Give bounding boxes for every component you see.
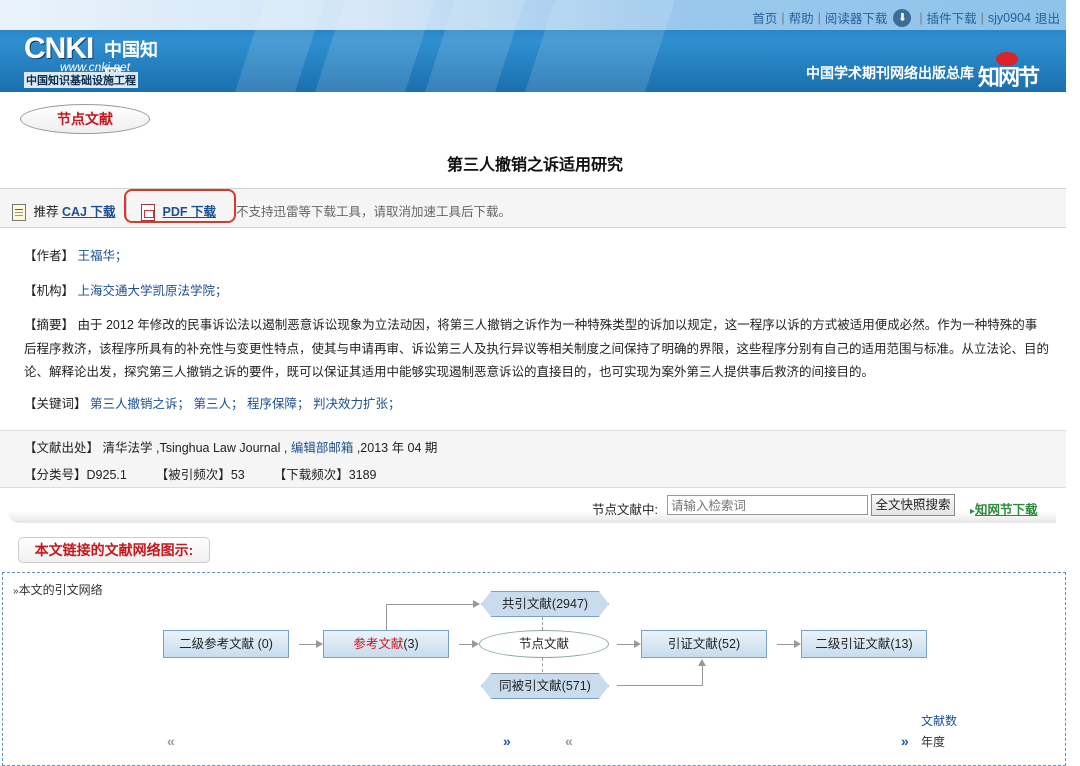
connector-line bbox=[617, 685, 703, 686]
scroll-left-icon[interactable]: « bbox=[167, 733, 175, 749]
keyword-link[interactable]: 判决效力扩张； bbox=[313, 397, 401, 411]
keyword-link[interactable]: 第三人； bbox=[194, 397, 244, 411]
node-literature-ellipse[interactable]: 节点文献 bbox=[479, 630, 609, 658]
download-notice: 不支持迅雷等下载工具，请取消加速工具后下载。 bbox=[236, 205, 512, 219]
source-panel: 【文献出处】 清华法学 ,Tsinghua Law Journal , 编辑部邮… bbox=[0, 430, 1066, 488]
scroll-right-icon[interactable]: » bbox=[901, 733, 909, 749]
stats-row: 【分类号】D925.1 【被引频次】53 【下载频次】3189 bbox=[24, 464, 377, 483]
scroll-left-icon[interactable]: « bbox=[565, 733, 573, 749]
source-label: 【文献出处】 bbox=[24, 441, 100, 455]
source-row: 【文献出处】 清华法学 ,Tsinghua Law Journal , 编辑部邮… bbox=[24, 437, 437, 456]
legend-year-label: 年度 bbox=[921, 735, 946, 749]
arrow bbox=[459, 640, 479, 648]
pdf-highlight-box bbox=[124, 189, 236, 223]
editor-email-link[interactable]: 编辑部邮箱 bbox=[291, 441, 354, 455]
citing-literature-box[interactable]: 引证文献(52) bbox=[641, 630, 767, 658]
help-link[interactable]: 帮助 bbox=[789, 8, 814, 27]
legend-count-label: 文献数 bbox=[921, 714, 958, 728]
level2-citing-box[interactable]: 二级引证文献(13) bbox=[801, 630, 927, 658]
keyword-link[interactable]: 第三人撤销之诉； bbox=[90, 397, 190, 411]
cited-label: 【被引频次】 bbox=[155, 468, 231, 482]
download-count-label: 【下载频次】 bbox=[273, 468, 349, 482]
caj-download-group: 推荐 CAJ 下载 bbox=[12, 201, 115, 222]
network-caption: »本文的引文网络 bbox=[13, 581, 103, 598]
header-banner: CNKI 中国知网 www.cnki.net 中国知识基础设施工程 首页 | 帮… bbox=[0, 0, 1066, 92]
issue: ,2013 年 04 期 bbox=[356, 441, 438, 455]
connector-line bbox=[386, 604, 387, 630]
reader-download-link[interactable]: 阅读器下载 bbox=[825, 8, 888, 27]
zhiwang-seal-icon bbox=[996, 52, 1018, 66]
username-link[interactable]: sjy0904 bbox=[988, 11, 1031, 25]
dashed-connector bbox=[542, 617, 543, 630]
link-separator: | bbox=[781, 10, 785, 25]
keywords-row: 【关键词】 第三人撤销之诉； 第三人； 程序保障； 判决效力扩张； bbox=[24, 393, 401, 416]
level2-references-box[interactable]: 二级参考文献 (0) bbox=[163, 630, 289, 658]
org-label: 【机构】 bbox=[24, 284, 75, 298]
class-label: 【分类号】 bbox=[24, 468, 87, 482]
keywords-label: 【关键词】 bbox=[24, 397, 87, 411]
link-separator: | bbox=[817, 10, 821, 25]
connector-line bbox=[702, 664, 703, 686]
fulltext-search-button[interactable]: 全文快照搜索 bbox=[871, 494, 955, 516]
journal-en: ,Tsinghua Law Journal , bbox=[156, 441, 288, 455]
abstract-label: 【摘要】 bbox=[24, 318, 75, 332]
home-link[interactable]: 首页 bbox=[752, 8, 777, 27]
author-link[interactable]: 王福华； bbox=[78, 249, 128, 263]
arrow bbox=[777, 640, 801, 648]
abstract-row: 【摘要】 由于 2012 年修改的民事诉讼法以遏制恶意诉讼现象为立法动因，将第三… bbox=[24, 314, 1049, 385]
author-label: 【作者】 bbox=[24, 249, 75, 263]
keyword-link[interactable]: 程序保障； bbox=[247, 397, 310, 411]
search-bar: 节点文献中: 全文快照搜索 ▸知网节下载 bbox=[0, 489, 1058, 523]
search-label: 节点文献中: bbox=[592, 503, 658, 517]
dashed-connector bbox=[542, 658, 543, 672]
link-separator: | bbox=[919, 10, 923, 25]
journal-link[interactable]: 清华法学 bbox=[103, 441, 153, 455]
scroll-right-icon[interactable]: » bbox=[503, 733, 511, 749]
node-literature-badge: 节点文献 bbox=[20, 104, 150, 134]
org-row: 【机构】 上海交通大学凯原法学院； bbox=[24, 280, 228, 303]
cnki-logo[interactable]: CNKI 中国知网 www.cnki.net 中国知识基础设施工程 bbox=[24, 30, 174, 88]
article-info: 【作者】 王福华； 【机构】 上海交通大学凯原法学院； 【摘要】 由于 2012… bbox=[0, 229, 1066, 429]
download-count: 3189 bbox=[348, 468, 377, 482]
logout-link[interactable]: 退出 bbox=[1035, 8, 1060, 27]
node-download-label: 知网节下载 bbox=[975, 503, 1038, 517]
top-links: 首页 | 帮助 | 阅读器下载 ⬇ | 插件下载 | sjy0904 退出 bbox=[752, 8, 1060, 27]
citation-network: »本文的引文网络 二级参考文献 (0) 参考文献(3) 节点文献 引证文献(52… bbox=[2, 572, 1066, 766]
abstract-text: 由于 2012 年修改的民事诉讼法以遏制恶意诉讼现象为立法动因，将第三人撤销之诉… bbox=[24, 318, 1050, 379]
arrow bbox=[386, 600, 480, 608]
logo-subtitle: 中国知识基础设施工程 bbox=[24, 72, 138, 88]
link-separator: | bbox=[980, 10, 984, 25]
download-icon[interactable]: ⬇ bbox=[893, 8, 912, 27]
co-cited-by-box[interactable]: 同被引文献(571) bbox=[481, 673, 609, 699]
node-download-link[interactable]: ▸知网节下载 bbox=[970, 499, 1038, 518]
references-count: (3) bbox=[403, 637, 419, 651]
search-input[interactable] bbox=[667, 495, 868, 515]
plugin-download-link[interactable]: 插件下载 bbox=[927, 8, 977, 27]
article-title: 第三人撤销之诉适用研究 bbox=[446, 157, 623, 174]
zhiwang-logo: 知网节 bbox=[978, 52, 1040, 91]
references-label: 参考文献 bbox=[353, 637, 404, 651]
network-section-title: 本文链接的文献网络图示: bbox=[18, 537, 210, 563]
caj-download-link[interactable]: CAJ 下载 bbox=[62, 205, 115, 219]
author-row: 【作者】 王福华； bbox=[24, 245, 128, 268]
org-link[interactable]: 上海交通大学凯原法学院； bbox=[78, 284, 228, 298]
publisher-title: 中国学术期刊网络出版总库 bbox=[806, 66, 974, 82]
class-number: D925.1 bbox=[86, 468, 127, 482]
references-box[interactable]: 参考文献(3) bbox=[323, 630, 449, 658]
arrow-up-icon bbox=[698, 659, 706, 666]
arrow bbox=[299, 640, 323, 648]
network-caption-text: 本文的引文网络 bbox=[18, 583, 103, 597]
arrow bbox=[617, 640, 641, 648]
co-cited-box[interactable]: 共引文献(2947) bbox=[481, 591, 609, 617]
recommend-label: 推荐 bbox=[33, 205, 59, 219]
cited-count: 53 bbox=[230, 468, 245, 482]
caj-file-icon bbox=[12, 204, 26, 222]
